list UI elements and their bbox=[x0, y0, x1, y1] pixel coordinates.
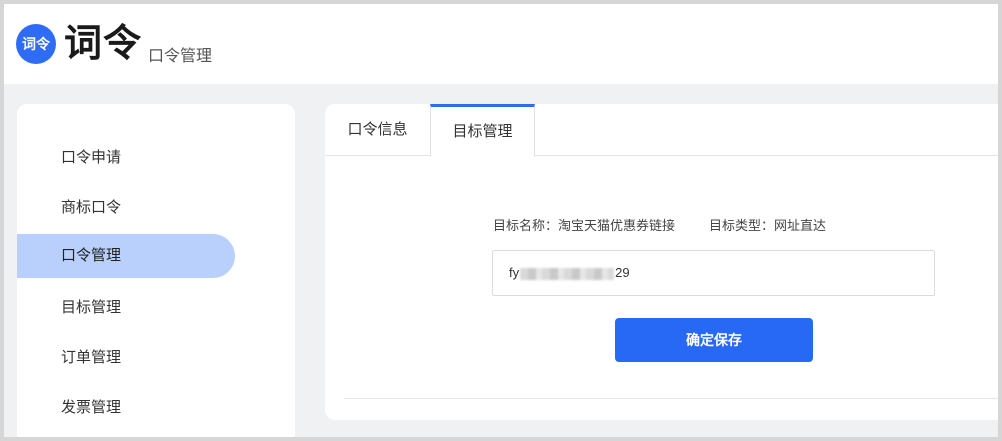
target-url-input[interactable]: fy 29 bbox=[492, 250, 935, 296]
tab-target-management[interactable]: 目标管理 bbox=[430, 104, 535, 157]
sidebar-item-orders[interactable]: 订单管理 bbox=[17, 336, 235, 380]
input-prefix: fy bbox=[509, 265, 520, 280]
target-name-label: 目标名称：淘宝天猫优惠券链接 bbox=[493, 218, 676, 233]
target-name-value: 淘宝天猫优惠券链接 bbox=[558, 218, 676, 233]
header: 词令 词令 口令管理 bbox=[4, 4, 998, 84]
brand-title: 词令 bbox=[64, 23, 143, 65]
redacted-text bbox=[520, 267, 615, 280]
sidebar-item-command-management[interactable]: 口令管理 bbox=[17, 234, 235, 278]
main-panel: 口令信息 目标管理 目标名称：淘宝天猫优惠券链接 目标类型：网址直达 fy 29 … bbox=[325, 104, 998, 420]
target-type-label: 目标类型：网址直达 bbox=[709, 218, 827, 233]
sidebar-item-invoices[interactable]: 发票管理 bbox=[17, 386, 235, 430]
sidebar-item-apply[interactable]: 口令申请 bbox=[17, 136, 235, 180]
page-subtitle: 口令管理 bbox=[148, 48, 213, 65]
sidebar-item-trademark[interactable]: 商标口令 bbox=[17, 186, 235, 230]
save-button[interactable]: 确定保存 bbox=[615, 318, 813, 362]
divider bbox=[344, 398, 998, 399]
app-window: 词令 词令 口令管理 口令申请 商标口令 口令管理 目标管理 订单管理 发票管理… bbox=[4, 4, 998, 437]
tab-command-info[interactable]: 口令信息 bbox=[325, 104, 430, 156]
tab-bar: 口令信息 目标管理 bbox=[325, 104, 998, 157]
input-suffix: 29 bbox=[615, 265, 630, 280]
sidebar-item-target-management[interactable]: 目标管理 bbox=[17, 286, 235, 330]
sidebar: 口令申请 商标口令 口令管理 目标管理 订单管理 发票管理 bbox=[17, 104, 295, 437]
target-type-value: 网址直达 bbox=[774, 218, 827, 233]
logo-icon: 词令 bbox=[16, 24, 56, 64]
